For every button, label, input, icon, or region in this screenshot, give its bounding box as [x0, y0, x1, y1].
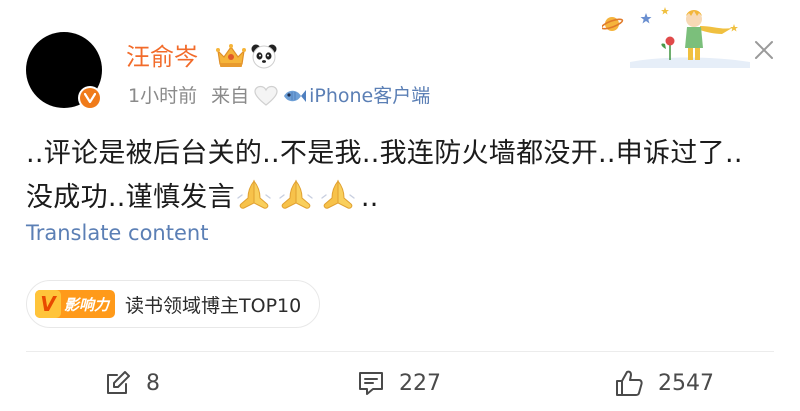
comment-icon [359, 372, 383, 395]
repost-icon [107, 371, 130, 394]
heart-icon [254, 85, 278, 106]
source-client[interactable]: iPhone客户端 [309, 82, 430, 110]
close-icon[interactable] [750, 36, 778, 64]
folded-hands-icon [237, 179, 271, 209]
author-name[interactable]: 汪俞岑 [126, 40, 198, 74]
influence-badge[interactable]: V 影响力 读书领域博主TOP10 [26, 280, 321, 328]
post-time[interactable]: 1小时前 [128, 82, 197, 110]
post-content: ..评论是被后台关的..不是我..我连防火墙都没开..申诉过了.. 没成功..谨… [26, 132, 786, 220]
comment-button[interactable]: 227 [357, 366, 441, 400]
post-content-line-text: 没成功..谨慎发言 [26, 182, 235, 213]
comment-count: 227 [399, 370, 441, 396]
like-button[interactable]: 2547 [614, 366, 714, 400]
post-content-line: 没成功..谨慎发言 .. [26, 176, 786, 220]
folded-hands-icon [321, 179, 355, 209]
influence-logo-text: 影响力 [64, 295, 110, 314]
like-count: 2547 [658, 370, 714, 396]
post-meta: 1小时前 来自 iPhone客户端 [128, 82, 430, 110]
little-prince-decoration [602, 7, 750, 68]
source-prefix: 来自 [211, 85, 250, 107]
divider [26, 351, 774, 352]
folded-hands-icon [279, 179, 313, 209]
influence-label: 读书领域博主TOP10 [125, 294, 302, 317]
thumbs-up-icon [616, 370, 643, 396]
influence-logo: V 影响力 [35, 290, 116, 318]
panda-icon[interactable] [250, 42, 278, 70]
verified-v-icon [80, 88, 100, 108]
post-content-tail: .. [360, 182, 379, 213]
verified-badge [78, 86, 102, 110]
repost-button[interactable]: 8 [104, 366, 160, 400]
influence-v-icon: V [35, 290, 61, 318]
fish-icon [284, 90, 307, 102]
post-content-line: ..评论是被后台关的..不是我..我连防火墙都没开..申诉过了.. [26, 138, 743, 169]
repost-count: 8 [146, 370, 160, 396]
translate-link[interactable]: Translate content [26, 218, 208, 248]
crown-icon[interactable] [214, 42, 248, 70]
